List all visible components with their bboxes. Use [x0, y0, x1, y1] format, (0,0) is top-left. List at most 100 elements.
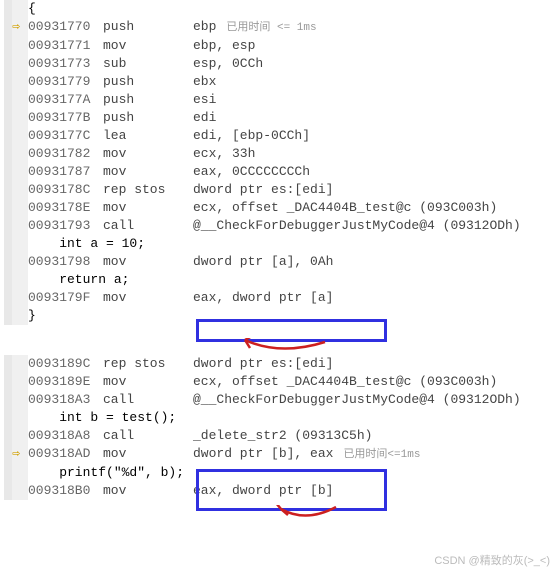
gutter: ⇨ [4, 18, 28, 37]
mnemonic: mov [103, 289, 193, 307]
current-line-arrow-icon: ⇨ [12, 446, 20, 461]
mnemonic: rep stos [103, 181, 193, 199]
asm-line[interactable]: 00931787moveax, 0CCCCCCCCh [0, 163, 558, 181]
address: 00931793 [28, 217, 103, 235]
mnemonic: mov [103, 253, 193, 271]
asm-line[interactable]: int b = test(); [0, 409, 558, 427]
address: 0093179F [28, 289, 103, 307]
operands: dword ptr [b], eax [193, 446, 333, 461]
asm-line[interactable]: 0093177Bpushedi [0, 109, 558, 127]
gutter: ⇨ [4, 445, 28, 464]
gap [0, 325, 558, 355]
asm-line[interactable]: int a = 10; [0, 235, 558, 253]
asm-instruction: 009318A8call_delete_str2 (09313C5h) [28, 427, 372, 445]
mnemonic: mov [103, 37, 193, 55]
asm-instruction: 00931770pushebp已用时间 <= 1ms [28, 18, 317, 37]
address: 009318A8 [28, 427, 103, 445]
mnemonic: mov [103, 199, 193, 217]
mnemonic: mov [103, 163, 193, 181]
asm-line[interactable]: 0093179Fmoveax, dword ptr [a] [0, 289, 558, 307]
operands: edi, [ebp-0CCh] [193, 128, 310, 143]
address: 0093189C [28, 355, 103, 373]
asm-line[interactable]: 0093177Cleaedi, [ebp-0CCh] [0, 127, 558, 145]
operands: eax, 0CCCCCCCCh [193, 164, 310, 179]
asm-line[interactable]: return a; [0, 271, 558, 289]
asm-line[interactable]: ⇨009318ADmovdword ptr [b], eax已用时间<=1ms [0, 445, 558, 464]
gutter [4, 391, 28, 409]
gutter [4, 271, 28, 289]
gutter [4, 307, 28, 325]
asm-instruction: 0093179Fmoveax, dword ptr [a] [28, 289, 333, 307]
asm-line[interactable]: printf("%d", b); [0, 464, 558, 482]
gutter [4, 199, 28, 217]
operands: edi [193, 110, 216, 125]
asm-line[interactable]: 00931782movecx, 33h [0, 145, 558, 163]
asm-line[interactable]: 00931773subesp, 0CCh [0, 55, 558, 73]
asm-instruction: 00931793call@__CheckForDebuggerJustMyCod… [28, 217, 521, 235]
operands: ecx, offset _DAC4404B_test@c (093C003h) [193, 374, 497, 389]
operands: esp, 0CCh [193, 56, 263, 71]
asm-instruction: 009318A3call@__CheckForDebuggerJustMyCod… [28, 391, 521, 409]
mnemonic: push [103, 18, 193, 36]
asm-line[interactable]: 00931779pushebx [0, 73, 558, 91]
mnemonic: call [103, 391, 193, 409]
asm-line[interactable]: 009318A8call_delete_str2 (09313C5h) [0, 427, 558, 445]
timing-hint: 已用时间<=1ms [343, 449, 420, 461]
gutter [4, 482, 28, 500]
asm-instruction: 00931771movebp, esp [28, 37, 255, 55]
gutter [4, 409, 28, 427]
asm-line[interactable]: 00931771movebp, esp [0, 37, 558, 55]
address: 00931787 [28, 163, 103, 181]
gutter [4, 464, 28, 482]
asm-line[interactable]: 009318B0moveax, dword ptr [b] [0, 482, 558, 500]
mnemonic: push [103, 91, 193, 109]
gutter [4, 109, 28, 127]
gutter [4, 181, 28, 199]
asm-instruction: 009318B0moveax, dword ptr [b] [28, 482, 333, 500]
asm-instruction: 0093178Emovecx, offset _DAC4404B_test@c … [28, 199, 497, 217]
asm-line[interactable]: 00931798movdword ptr [a], 0Ah [0, 253, 558, 271]
asm-line[interactable]: } [0, 307, 558, 325]
asm-line[interactable]: 0093189Crep stosdword ptr es:[edi] [0, 355, 558, 373]
address: 0093177C [28, 127, 103, 145]
address: 009318A3 [28, 391, 103, 409]
address: 00931773 [28, 55, 103, 73]
disassembly-block-2: 0093189Crep stosdword ptr es:[edi]009318… [0, 355, 558, 500]
watermark: CSDN @精致的灰(>_<) [434, 552, 550, 568]
asm-instruction: 0093177Cleaedi, [ebp-0CCh] [28, 127, 310, 145]
source-line: } [28, 307, 36, 325]
operands: esi [193, 92, 216, 107]
asm-instruction: 00931773subesp, 0CCh [28, 55, 263, 73]
operands: eax, dword ptr [b] [193, 483, 333, 498]
operands: ebx [193, 74, 216, 89]
asm-instruction: 0093189Crep stosdword ptr es:[edi] [28, 355, 333, 373]
disassembly-block-1: {⇨00931770pushebp已用时间 <= 1ms00931771move… [0, 0, 558, 325]
gutter [4, 145, 28, 163]
mnemonic: call [103, 217, 193, 235]
asm-instruction: 00931779pushebx [28, 73, 216, 91]
operands: _delete_str2 (09313C5h) [193, 428, 372, 443]
asm-line[interactable]: 0093178Crep stosdword ptr es:[edi] [0, 181, 558, 199]
asm-line[interactable]: 00931793call@__CheckForDebuggerJustMyCod… [0, 217, 558, 235]
operands: eax, dword ptr [a] [193, 290, 333, 305]
address: 0093178E [28, 199, 103, 217]
address: 009318AD [28, 445, 103, 463]
mnemonic: mov [103, 482, 193, 500]
asm-line[interactable]: 009318A3call@__CheckForDebuggerJustMyCod… [0, 391, 558, 409]
asm-line[interactable]: ⇨00931770pushebp已用时间 <= 1ms [0, 18, 558, 37]
asm-line[interactable]: { [0, 0, 558, 18]
address: 00931770 [28, 18, 103, 36]
address: 0093177A [28, 91, 103, 109]
gutter [4, 0, 28, 18]
asm-instruction: 0093178Crep stosdword ptr es:[edi] [28, 181, 333, 199]
asm-line[interactable]: 0093178Emovecx, offset _DAC4404B_test@c … [0, 199, 558, 217]
asm-instruction: 0093177Bpushedi [28, 109, 216, 127]
asm-line[interactable]: 0093177Apushesi [0, 91, 558, 109]
operands: dword ptr es:[edi] [193, 356, 333, 371]
mnemonic: push [103, 73, 193, 91]
mnemonic: sub [103, 55, 193, 73]
source-line: int b = test(); [28, 409, 176, 427]
asm-line[interactable]: 0093189Emovecx, offset _DAC4404B_test@c … [0, 373, 558, 391]
mnemonic: call [103, 427, 193, 445]
source-line: int a = 10; [28, 235, 145, 253]
